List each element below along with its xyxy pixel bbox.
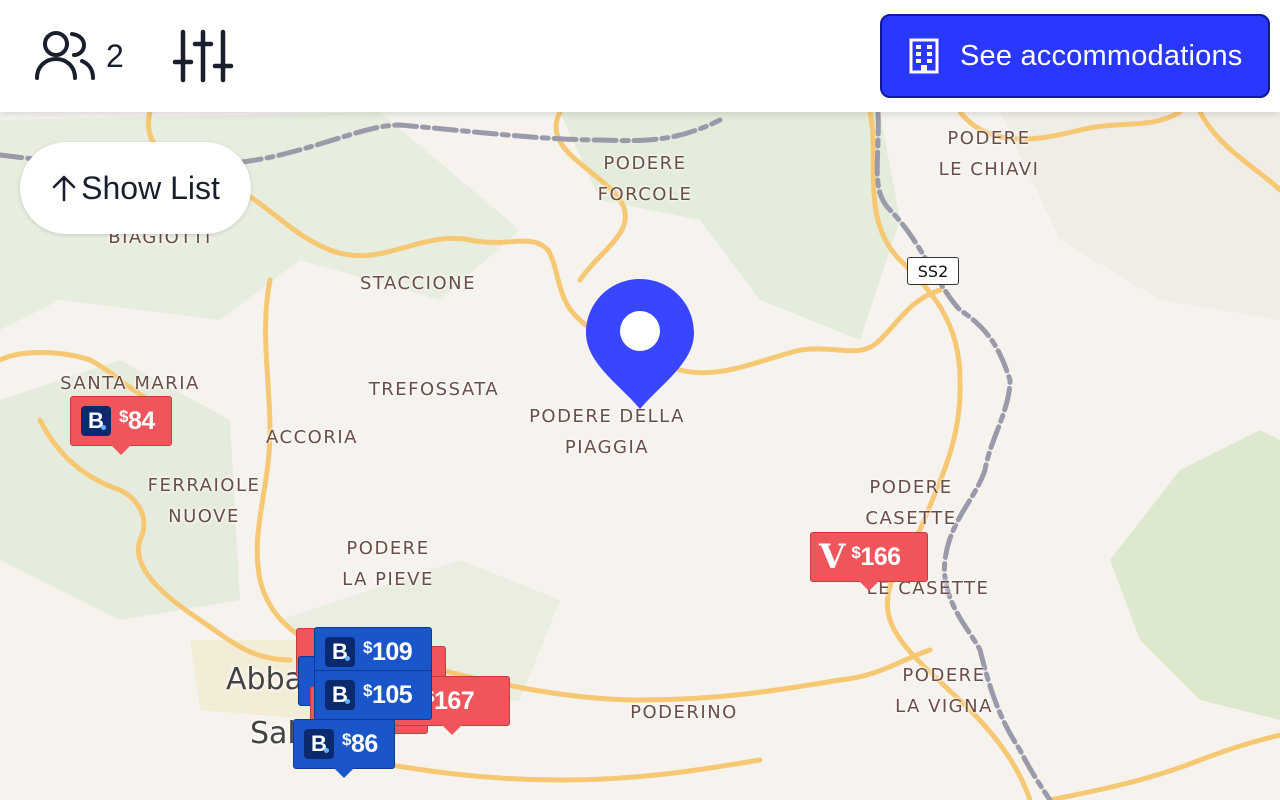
place-label: PODERE CASETTE — [865, 477, 957, 529]
guests-button[interactable]: 2 — [34, 30, 124, 82]
place-label: ACCORIA — [266, 427, 358, 448]
place-label: PODERE FORCOLE — [597, 153, 693, 205]
filters-button[interactable] — [172, 28, 234, 89]
town-label: Abba — [226, 662, 303, 697]
road-shield: SS2 — [907, 257, 959, 285]
vrbo-logo-icon: V — [819, 537, 846, 577]
building-icon — [909, 38, 939, 74]
arrow-up-icon — [52, 175, 76, 202]
booking-logo-icon: B — [304, 729, 334, 759]
price-label: $105 — [363, 680, 413, 709]
place-label: PODERE LE CHIAVI — [938, 128, 1040, 180]
place-label: PODERE LA PIEVE — [342, 538, 434, 590]
sliders-icon — [172, 29, 234, 83]
place-label: STACCIONE — [360, 273, 476, 294]
booking-logo-icon: B — [325, 680, 355, 710]
show-list-button[interactable]: Show List — [20, 142, 251, 234]
town-label: Sal — [250, 716, 296, 751]
show-list-label: Show List — [81, 169, 220, 206]
price-label: $166 — [851, 542, 901, 571]
price-label: $86 — [342, 729, 378, 758]
price-label: $167 — [425, 686, 475, 715]
location-pin-icon[interactable] — [584, 277, 696, 411]
place-label: PODERINO — [630, 702, 738, 723]
guests-count: 2 — [106, 37, 124, 74]
booking-logo-icon: B — [325, 637, 355, 667]
users-icon — [35, 31, 95, 80]
place-label: SANTA MARIA — [60, 373, 200, 394]
price-label: $109 — [363, 637, 413, 666]
top-bar: 2 See accommodations — [0, 0, 1280, 112]
booking-logo-icon: B — [81, 406, 111, 436]
place-label: FERRAIOLE NUOVE — [147, 475, 261, 527]
place-label: PODERE LA VIGNA — [895, 665, 993, 717]
place-label: TREFOSSATA — [368, 379, 500, 400]
price-label: $84 — [119, 406, 155, 435]
see-accommodations-button[interactable]: See accommodations — [880, 14, 1270, 98]
see-accommodations-label: See accommodations — [960, 39, 1243, 72]
